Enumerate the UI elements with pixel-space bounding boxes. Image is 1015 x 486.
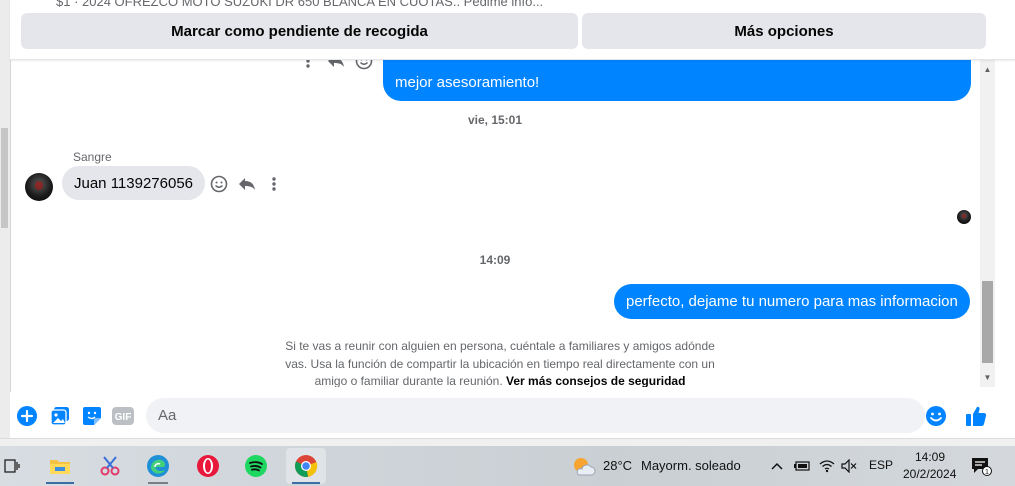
outgoing-message-text: mejor asesoramiento! (395, 74, 540, 91)
message-input[interactable] (146, 398, 925, 433)
chat-scrollbar-thumb[interactable] (982, 281, 993, 363)
safety-notice: Si te vas a reunir con alguien en person… (275, 338, 725, 387)
weather-sun-icon[interactable] (564, 448, 604, 484)
more-actions-icon[interactable] (267, 174, 281, 194)
chat-scrollbar[interactable]: ▲ ▼ (980, 59, 995, 387)
incoming-message-bubble[interactable]: Juan 1139276056 (62, 166, 206, 200)
message-timestamp: 14:09 (479, 253, 511, 267)
listing-preview[interactable]: $1 · 2024 OFREZCO MOTO SUZUKI DR 650 BLA… (56, 0, 543, 9)
spotify-icon[interactable] (236, 448, 276, 484)
outgoing-message-bubble[interactable]: mejor asesoramiento! (383, 59, 971, 101)
edge-icon[interactable] (138, 448, 178, 484)
sender-name: Sangre (73, 150, 112, 164)
opera-icon[interactable] (188, 448, 228, 484)
more-actions-icon[interactable] (300, 59, 316, 71)
sender-avatar[interactable] (25, 173, 53, 201)
clock-time[interactable]: 14:09 (915, 450, 945, 464)
language-indicator[interactable]: ESP (869, 458, 893, 472)
plus-circle-icon[interactable] (16, 405, 38, 427)
outgoing-message-text: perfecto, dejame tu numero para mas info… (626, 293, 958, 310)
task-view-icon[interactable] (0, 448, 32, 484)
message-timestamp: vie, 15:01 (467, 113, 523, 127)
file-explorer-icon[interactable] (40, 448, 80, 484)
react-emoji-icon[interactable] (354, 59, 374, 71)
clock-date[interactable]: 20/2/2024 (903, 467, 956, 481)
message-list: mejor asesoramiento! vie, 15:01 Sangre J… (10, 59, 980, 387)
scroll-down-arrow-icon[interactable]: ▼ (980, 369, 995, 385)
emoji-icon[interactable] (925, 405, 947, 427)
weather-description[interactable]: Mayorm. soleado (641, 458, 741, 473)
outgoing-message-bubble[interactable]: perfecto, dejame tu numero para mas info… (614, 284, 970, 319)
left-scrollbar-thumb[interactable] (1, 128, 8, 228)
safety-tips-link[interactable]: Ver más consejos de seguridad (506, 374, 685, 387)
gif-icon[interactable]: GIF (112, 405, 134, 427)
gif-label: GIF (115, 412, 132, 423)
reply-icon[interactable] (326, 59, 346, 71)
photo-icon[interactable] (49, 405, 71, 427)
incoming-message-text: Juan 1139276056 (74, 174, 194, 192)
snipping-tool-icon[interactable] (90, 448, 130, 484)
chrome-icon[interactable] (286, 448, 326, 484)
read-receipt-avatar (957, 210, 971, 224)
reply-icon[interactable] (237, 174, 257, 194)
thumbs-up-icon[interactable] (965, 405, 987, 427)
conversation-header: $1 · 2024 OFREZCO MOTO SUZUKI DR 650 BLA… (10, 0, 1015, 60)
windows-taskbar: 28°C Mayorm. soleado ESP 14:09 20/2/2024… (0, 446, 1015, 486)
notification-count: 1 (985, 469, 989, 476)
react-emoji-icon[interactable] (209, 174, 229, 194)
scroll-up-arrow-icon[interactable]: ▲ (980, 61, 995, 77)
notification-icon[interactable]: 1 (964, 448, 998, 484)
chevron-up-icon[interactable] (763, 448, 791, 484)
more-options-button[interactable]: Más opciones (582, 13, 986, 49)
message-composer: GIF (10, 392, 1015, 438)
speaker-muted-icon[interactable] (836, 448, 862, 484)
mark-pending-button[interactable]: Marcar como pendiente de recogida (21, 13, 578, 49)
battery-icon[interactable] (789, 448, 815, 484)
weather-temperature[interactable]: 28°C (603, 458, 632, 473)
sticker-icon[interactable] (81, 405, 103, 427)
